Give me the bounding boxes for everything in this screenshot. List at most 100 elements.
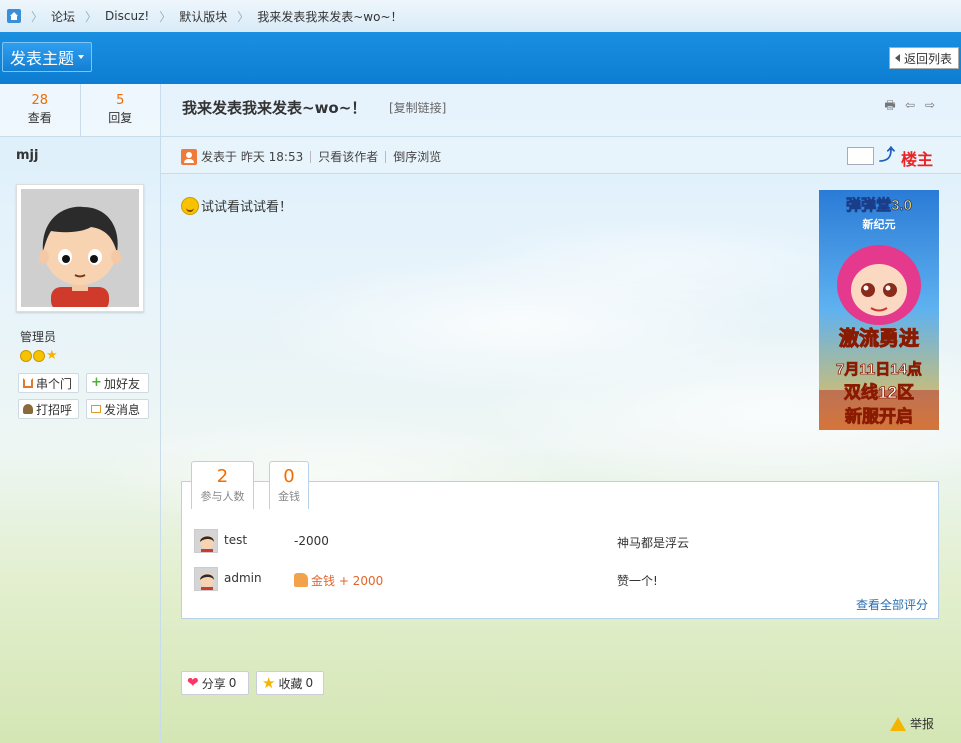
ad-line-2: 7月11日14点 — [836, 361, 922, 378]
title-actions: 🖶 ⇦ ⇨ — [883, 98, 937, 112]
plus-icon: + — [91, 375, 102, 390]
replies-label: 回复 — [108, 111, 133, 125]
smiley-rank-icon — [33, 350, 45, 362]
author-username[interactable]: mjj — [16, 148, 38, 163]
greet-label: 打招呼 — [36, 402, 73, 417]
rater-avatar[interactable] — [194, 567, 218, 591]
caret-down-icon — [78, 55, 84, 59]
rating-row: admin 金钱 + 2000 赞一个! — [194, 567, 924, 591]
replies-count: 5 — [116, 93, 125, 108]
rating-reason: 赞一个! — [617, 574, 658, 588]
warning-icon — [890, 716, 906, 731]
mini-avatar-graphic — [195, 568, 217, 590]
floor-jump-input[interactable] — [847, 147, 874, 165]
heart-icon: ❤ — [187, 675, 199, 691]
next-thread-icon[interactable]: ⇨ — [923, 98, 937, 112]
send-message-button[interactable]: 发消息 — [86, 399, 149, 419]
view-all-ratings-link[interactable]: 查看全部评分 — [856, 596, 928, 613]
favorite-button[interactable]: ★ 收藏 0 — [256, 671, 324, 695]
chevron-right-icon: 〉 — [159, 9, 172, 24]
ad-subtitle: 新纪元 — [863, 217, 896, 231]
ad-title: 弹弹堂3.0 — [846, 196, 912, 214]
house-icon — [23, 378, 33, 388]
thread-stats: 28 查看 5 回复 — [0, 84, 160, 137]
cartoon-boy-avatar — [21, 189, 139, 307]
star-icon: ★ — [262, 674, 276, 692]
mini-avatar-graphic — [195, 530, 217, 552]
views-count: 28 — [31, 93, 49, 108]
posted-at: 发表于 昨天 18:53 — [201, 150, 304, 164]
thread-toolbar: 发表主题 返回列表 — [0, 32, 961, 84]
printer-icon[interactable]: 🖶 — [883, 98, 897, 112]
author-sidebar: 28 查看 5 回复 mjj 管理员 ★ 串个门 + 加好友 打招呼 发消息 — [0, 84, 161, 743]
game-advertisement[interactable]: 弹弹堂3.0 新纪元 激流勇进 7月11日14点 双线12区 新服开启 — [819, 190, 939, 430]
breadcrumb-thread[interactable]: 我来发表我来发表~wo~！ — [257, 8, 402, 25]
replies-stat: 5 回复 — [81, 84, 161, 136]
add-friend-label: 加好友 — [104, 376, 141, 391]
breadcrumb-board[interactable]: 默认版块 — [179, 8, 227, 25]
reverse-order-link[interactable]: 倒序浏览 — [393, 148, 441, 165]
post-meta: 发表于 昨天 18:53 只看该作者 倒序浏览 — [181, 148, 441, 165]
favorite-count: 0 — [305, 676, 314, 690]
author-role: 管理员 — [20, 330, 57, 344]
rating-score: -2000 — [294, 534, 329, 548]
copy-link-button[interactable]: [复制链接] — [389, 99, 446, 116]
post-meta-bar: 发表于 昨天 18:53 只看该作者 倒序浏览 ⤴ 楼主 — [161, 137, 961, 174]
visit-home-label: 串个门 — [36, 376, 73, 391]
add-friend-button[interactable]: + 加好友 — [86, 373, 149, 393]
post-title: 我来发表我来发表~wo~！ — [182, 99, 367, 117]
breadcrumb-forum[interactable]: 论坛 — [51, 8, 75, 25]
rater-name[interactable]: admin — [224, 571, 262, 585]
back-to-list-label: 返回列表 — [903, 51, 952, 66]
report-link[interactable]: 举报 — [890, 715, 934, 732]
share-label: 分享 — [201, 676, 226, 691]
money-tab[interactable]: 0 金钱 — [269, 461, 309, 509]
money-count: 0 — [283, 466, 295, 487]
chevron-right-icon: 〉 — [31, 9, 44, 24]
arrow-left-icon — [894, 54, 900, 62]
smiley-rank-icon — [20, 350, 32, 362]
post-text: 试试看试试看！ — [201, 200, 293, 215]
back-to-list-button[interactable]: 返回列表 — [888, 47, 959, 69]
chevron-right-icon: 〉 — [85, 9, 98, 24]
participants-count: 2 — [216, 466, 229, 487]
ad-line-4: 新服开启 — [845, 406, 913, 426]
new-thread-button[interactable]: 发表主题 — [2, 42, 92, 72]
jump-arrow-icon[interactable]: ⤴ — [879, 146, 895, 164]
avatar-image — [21, 189, 139, 307]
only-author-link[interactable]: 只看该作者 — [318, 148, 378, 165]
previous-thread-icon[interactable]: ⇦ — [903, 98, 917, 112]
visit-home-button[interactable]: 串个门 — [18, 373, 79, 393]
rating-reason: 神马都是浮云 — [617, 536, 690, 550]
rank-icons: ★ — [20, 349, 58, 362]
breadcrumb-discuz[interactable]: Discuz! — [105, 9, 149, 23]
participants-tab[interactable]: 2 参与人数 — [191, 461, 254, 509]
views-stat: 28 查看 — [0, 84, 81, 136]
new-thread-label: 发表主题 — [9, 49, 74, 68]
floor-label: 楼主 — [901, 150, 934, 169]
share-button[interactable]: ❤ 分享 0 — [181, 671, 249, 695]
avatar[interactable] — [16, 184, 144, 312]
home-icon[interactable] — [7, 9, 21, 23]
rating-row: test -2000 神马都是浮云 — [194, 529, 924, 553]
report-label: 举报 — [910, 717, 935, 731]
divider — [310, 150, 312, 163]
ad-line-1: 激流勇进 — [839, 326, 919, 350]
favorite-label: 收藏 — [278, 676, 303, 691]
ad-banner-graphic: 弹弹堂3.0 新纪元 激流勇进 7月11日14点 双线12区 新服开启 — [819, 190, 939, 430]
divider — [385, 150, 387, 163]
envelope-icon — [91, 405, 101, 413]
views-label: 查看 — [27, 111, 52, 125]
ad-line-3: 双线12区 — [844, 382, 914, 402]
rater-name[interactable]: test — [224, 533, 247, 547]
rating-score-value: 金钱 + 2000 — [311, 574, 384, 588]
breadcrumb: 〉 论坛 〉 Discuz! 〉 默认版块 〉 我来发表我来发表~wo~！ — [0, 0, 961, 33]
greet-button[interactable]: 打招呼 — [18, 399, 79, 419]
chevron-right-icon: 〉 — [237, 9, 250, 24]
rater-avatar[interactable] — [194, 529, 218, 553]
post-area: 我来发表我来发表~wo~！ [复制链接] 🖶 ⇦ ⇨ 发表于 昨天 18:53 … — [161, 84, 961, 743]
rating-score: 金钱 + 2000 — [294, 572, 383, 589]
online-user-icon — [181, 148, 197, 165]
smile-emoticon-icon — [181, 196, 199, 215]
post-content: 试试看试试看！ — [181, 196, 292, 215]
